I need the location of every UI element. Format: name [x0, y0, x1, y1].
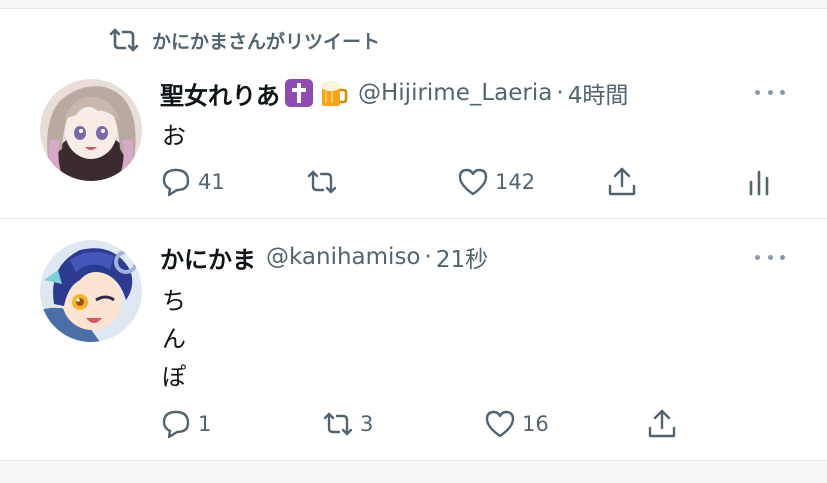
like-count: 142: [495, 170, 536, 194]
share-button[interactable]: [606, 166, 638, 198]
retweet-context[interactable]: かにかまさんがリツイート: [108, 26, 380, 54]
tweet-header: かにかま @kanihamiso · 21秒: [160, 240, 488, 274]
timeline-top-gap: [0, 0, 827, 9]
like-count: 16: [522, 412, 549, 436]
retweet-context-text: かにかまさんがリツイート: [152, 30, 381, 53]
tweet-text-line: ち: [162, 287, 186, 315]
reply-button[interactable]: 1: [160, 408, 211, 440]
retweet-icon: [323, 412, 353, 436]
analytics-button[interactable]: [743, 166, 775, 198]
retweet-icon: [109, 28, 139, 52]
more-dot-icon: [755, 89, 760, 95]
separator-dot: ·: [424, 244, 432, 270]
avatar-image: [40, 79, 142, 181]
display-name[interactable]: 聖女れりあ: [160, 76, 280, 111]
more-dot-icon: [767, 254, 773, 260]
retweet-button[interactable]: [306, 166, 344, 198]
more-dot-icon: [767, 89, 773, 95]
retweet-button[interactable]: 3: [322, 408, 373, 440]
analytics-icon: [749, 170, 769, 196]
tweet-header: 聖女れりあ @Hijirime_Laeria · 4時間: [160, 76, 628, 110]
reply-icon: [162, 410, 190, 439]
share-icon: [648, 409, 676, 438]
share-icon: [608, 167, 636, 196]
display-name[interactable]: かにかま: [160, 240, 256, 275]
tweet-text-line: ぽ: [162, 363, 186, 391]
share-button[interactable]: [646, 408, 678, 440]
timestamp[interactable]: 4時間: [568, 76, 629, 110]
latin-cross-emoji: [284, 78, 314, 108]
timeline-bottom-gap: [0, 460, 827, 483]
like-button[interactable]: 142: [457, 166, 535, 198]
more-dot-icon: [780, 89, 785, 95]
avatar-image: [40, 240, 142, 342]
separator-dot: ·: [556, 80, 564, 106]
retweet-icon: [307, 170, 337, 194]
reply-button[interactable]: 41: [160, 166, 225, 198]
avatar[interactable]: [40, 240, 142, 342]
reply-icon: [162, 168, 190, 197]
more-options-button[interactable]: [752, 245, 788, 269]
tweet-text: お: [162, 122, 186, 150]
like-button[interactable]: 16: [484, 408, 549, 440]
heart-icon: [458, 168, 488, 196]
retweet-count: 3: [360, 412, 374, 436]
latin-cross-icon: [285, 79, 313, 107]
heart-icon: [485, 410, 515, 438]
handle[interactable]: @Hijirime_Laeria: [358, 80, 552, 106]
timestamp[interactable]: 21秒: [436, 240, 488, 274]
more-dot-icon: [780, 254, 785, 260]
tweet-card[interactable]: かにかまさんがリツイート 聖女れりあ @Hijirime_Laeria · 4時…: [0, 10, 827, 218]
reply-count: 1: [198, 412, 212, 436]
reply-count: 41: [198, 170, 225, 194]
tweet-text-line: ん: [162, 325, 186, 353]
more-dot-icon: [755, 254, 760, 260]
tweet-card[interactable]: かにかま @kanihamiso · 21秒 ち ん ぽ 1 3 16: [0, 219, 827, 460]
handle[interactable]: @kanihamiso: [266, 244, 421, 270]
more-options-button[interactable]: [752, 80, 788, 104]
beer-mug-emoji: [318, 78, 348, 108]
avatar[interactable]: [40, 79, 142, 181]
beer-mug-icon: [321, 81, 348, 106]
